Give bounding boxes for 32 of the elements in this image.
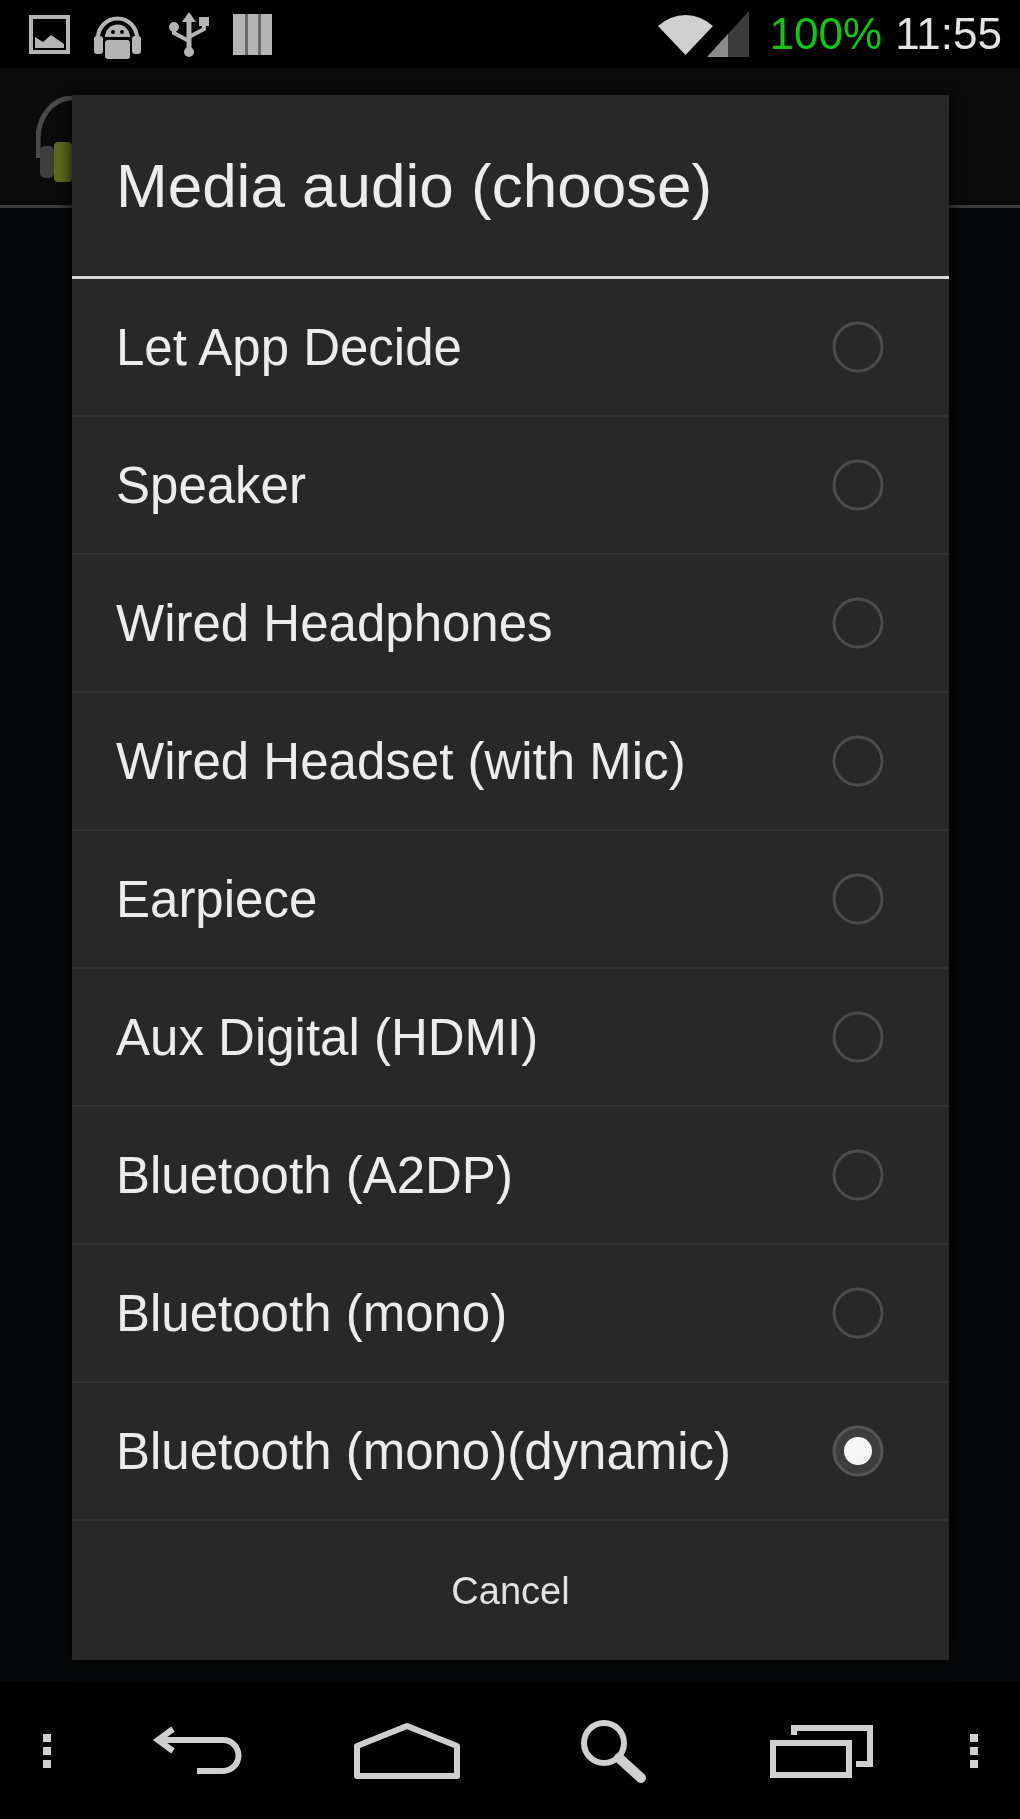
radio-icon[interactable] bbox=[831, 734, 885, 788]
recent-apps-icon[interactable] bbox=[770, 1723, 874, 1778]
radio-icon[interactable] bbox=[831, 1148, 885, 1202]
striped-card-icon bbox=[233, 13, 272, 55]
radio-icon[interactable] bbox=[831, 1010, 885, 1064]
battery-level: 100% bbox=[769, 12, 883, 56]
overflow-menu-icon[interactable] bbox=[43, 1733, 51, 1768]
radio-icon[interactable] bbox=[831, 1286, 885, 1340]
radio-icon[interactable] bbox=[831, 458, 885, 512]
option-item[interactable]: Wired Headset (with Mic) bbox=[72, 693, 949, 831]
radio-icon[interactable] bbox=[831, 320, 885, 374]
app-icon bbox=[36, 96, 72, 182]
image-icon bbox=[29, 14, 70, 54]
option-item[interactable]: Wired Headphones bbox=[72, 555, 949, 693]
radio-icon[interactable] bbox=[831, 596, 885, 650]
option-item[interactable]: Speaker bbox=[72, 417, 949, 555]
home-icon[interactable] bbox=[353, 1721, 461, 1780]
radio-icon[interactable] bbox=[831, 872, 885, 926]
option-item[interactable]: Let App Decide bbox=[72, 279, 949, 417]
dialog-title: Media audio (choose) bbox=[115, 149, 714, 222]
cancel-button[interactable]: Cancel bbox=[72, 1521, 949, 1660]
wifi-icon bbox=[657, 13, 713, 55]
option-item[interactable]: Aux Digital (HDMI) bbox=[72, 969, 949, 1107]
signal-icon bbox=[706, 11, 749, 57]
overflow-menu-icon[interactable] bbox=[970, 1733, 978, 1768]
option-item[interactable]: Earpiece bbox=[72, 831, 949, 969]
option-item[interactable]: Bluetooth (A2DP) bbox=[72, 1107, 949, 1245]
option-item[interactable]: Bluetooth (mono) bbox=[72, 1245, 949, 1383]
clock: 11:55 bbox=[895, 12, 1002, 56]
search-icon[interactable] bbox=[579, 1717, 647, 1784]
radio-selected-icon[interactable] bbox=[831, 1424, 885, 1478]
option-item[interactable]: Bluetooth (mono)(dynamic) bbox=[72, 1383, 949, 1521]
